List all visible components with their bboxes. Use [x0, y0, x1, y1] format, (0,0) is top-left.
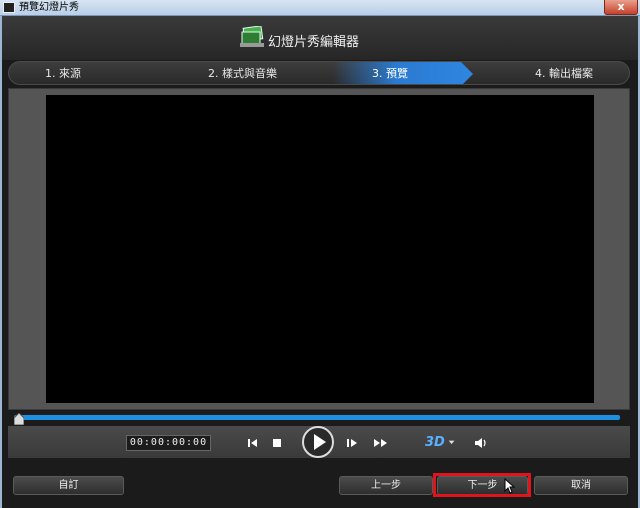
video-preview [46, 95, 594, 403]
app-title: 幻燈片秀編輯器 [268, 35, 360, 50]
step-preview[interactable]: 3. 預覽 [372, 62, 408, 84]
speaker-icon [475, 438, 486, 448]
stop-button[interactable] [270, 436, 284, 450]
seek-handle-icon[interactable] [14, 413, 24, 425]
step-forward-icon [347, 439, 357, 447]
step-back-icon [248, 439, 257, 447]
3d-mode-button[interactable]: 3D [425, 433, 455, 451]
step-output[interactable]: 4. 輸出檔案 [535, 62, 593, 84]
window-close-button[interactable]: x [604, 0, 638, 15]
play-icon [302, 426, 334, 458]
volume-button[interactable] [473, 436, 489, 450]
wizard-steps: 1. 來源 2. 樣式與音樂 3. 預覽 4. 輸出檔案 [8, 61, 630, 85]
mouse-cursor-icon [504, 478, 516, 494]
previous-step-button[interactable]: 上一步 [339, 476, 433, 495]
app-icon [3, 2, 15, 13]
custom-button[interactable]: 自訂 [13, 476, 124, 495]
step-source[interactable]: 1. 來源 [45, 62, 81, 84]
seek-bar[interactable] [14, 415, 620, 420]
timecode-display: 00:00:00:00 [126, 435, 211, 451]
3d-label: 3D [425, 434, 445, 450]
fast-forward-icon [374, 439, 387, 447]
slideshow-logo-icon [240, 26, 264, 47]
next-button-highlight [433, 473, 531, 497]
window-title: 預覽幻燈片秀 [19, 2, 79, 13]
cancel-button[interactable]: 取消 [534, 476, 628, 495]
step-style-music[interactable]: 2. 樣式與音樂 [208, 62, 277, 84]
chevron-down-icon [448, 440, 455, 445]
previous-frame-button[interactable] [245, 436, 259, 450]
window-titlebar: 預覽幻燈片秀 x [0, 0, 640, 16]
app-header: 幻燈片秀編輯器 [2, 16, 638, 60]
next-frame-button[interactable] [345, 436, 359, 450]
play-button[interactable] [301, 425, 335, 459]
fast-forward-button[interactable] [372, 436, 390, 450]
stop-icon [273, 439, 281, 447]
